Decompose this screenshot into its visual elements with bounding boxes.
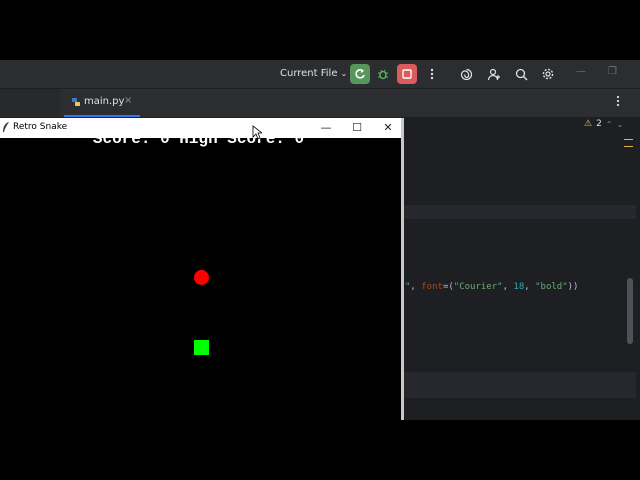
python-file-icon bbox=[72, 98, 80, 106]
editor-tab-bar: main.py × bbox=[0, 88, 640, 117]
search-button[interactable] bbox=[511, 64, 531, 84]
inspection-marker-icon bbox=[624, 139, 633, 147]
tab-actions-button[interactable] bbox=[616, 95, 620, 110]
more-vertical-icon bbox=[430, 68, 434, 80]
stop-button[interactable] bbox=[397, 64, 417, 84]
project-panel-header bbox=[0, 89, 60, 117]
warning-icon: ⚠ bbox=[584, 119, 593, 129]
editor-scrollbar[interactable] bbox=[627, 278, 633, 344]
ide-restore-icon[interactable]: ❐ bbox=[608, 66, 617, 77]
gear-icon bbox=[542, 68, 554, 80]
chevron-down-icon[interactable]: ⌄ bbox=[617, 120, 624, 129]
food-item bbox=[194, 270, 209, 285]
active-tab-indicator bbox=[64, 115, 140, 117]
rerun-button[interactable] bbox=[350, 64, 370, 84]
desktop-screen: Current File ⌄ — ❐ main.py × ⚠ 2 ⌃ ⌄ ", … bbox=[0, 0, 640, 480]
tab-label: main.py bbox=[84, 96, 125, 107]
bug-icon bbox=[378, 69, 388, 80]
code-line: ", font=("Courier", 18, "bold")) bbox=[405, 282, 578, 292]
more-vertical-icon bbox=[616, 95, 620, 107]
problems-indicator[interactable]: ⚠ 2 ⌃ ⌄ bbox=[584, 119, 623, 129]
chevron-down-icon: ⌄ bbox=[340, 69, 348, 78]
rerun-icon bbox=[355, 69, 365, 79]
more-actions-button[interactable] bbox=[422, 64, 442, 84]
add-user-button[interactable] bbox=[484, 64, 504, 84]
mouse-cursor-icon bbox=[252, 125, 262, 140]
code-token: "Courier" bbox=[453, 282, 503, 292]
run-configuration-label: Current File bbox=[280, 68, 338, 79]
snake-head bbox=[194, 340, 209, 355]
ai-spiral-icon bbox=[460, 68, 472, 80]
code-token: , bbox=[410, 282, 422, 292]
ide-minimize-icon[interactable]: — bbox=[576, 66, 586, 77]
game-canvas[interactable]: Score: 0 High Score: 0 bbox=[0, 138, 401, 420]
code-token: 18 bbox=[513, 282, 525, 292]
chevron-up-icon[interactable]: ⌃ bbox=[606, 120, 613, 129]
window-title: Retro Snake bbox=[13, 122, 68, 132]
close-icon[interactable]: × bbox=[124, 95, 132, 106]
code-token: font bbox=[421, 282, 443, 292]
search-icon bbox=[515, 68, 527, 80]
settings-button[interactable] bbox=[538, 64, 558, 84]
ide-toolbar: Current File ⌄ — ❐ bbox=[0, 60, 640, 88]
warning-count: 2 bbox=[596, 119, 602, 129]
code-token: , bbox=[502, 282, 514, 292]
code-token: =( bbox=[442, 282, 454, 292]
code-token: , bbox=[524, 282, 536, 292]
editor-highlight-band bbox=[404, 372, 636, 398]
add-user-icon bbox=[487, 68, 500, 80]
ai-assistant-button[interactable] bbox=[456, 64, 476, 84]
minimize-icon[interactable]: — bbox=[316, 120, 336, 136]
game-window-titlebar[interactable]: Retro Snake — ☐ ✕ bbox=[0, 118, 401, 138]
tab-main-py[interactable]: main.py × bbox=[64, 89, 140, 117]
code-token: )) bbox=[567, 282, 579, 292]
feather-icon bbox=[3, 122, 9, 132]
run-configuration-selector[interactable]: Current File ⌄ bbox=[280, 66, 347, 82]
maximize-icon[interactable]: ☐ bbox=[347, 120, 367, 136]
stop-icon bbox=[402, 69, 412, 79]
score-display: Score: 0 High Score: 0 bbox=[92, 138, 305, 148]
close-icon[interactable]: ✕ bbox=[378, 120, 398, 136]
editor-highlight-band bbox=[404, 205, 636, 219]
code-token: "bold" bbox=[535, 282, 568, 292]
debug-button[interactable] bbox=[373, 64, 393, 84]
game-window: Retro Snake — ☐ ✕ Score: 0 High Score: 0 bbox=[0, 118, 404, 420]
